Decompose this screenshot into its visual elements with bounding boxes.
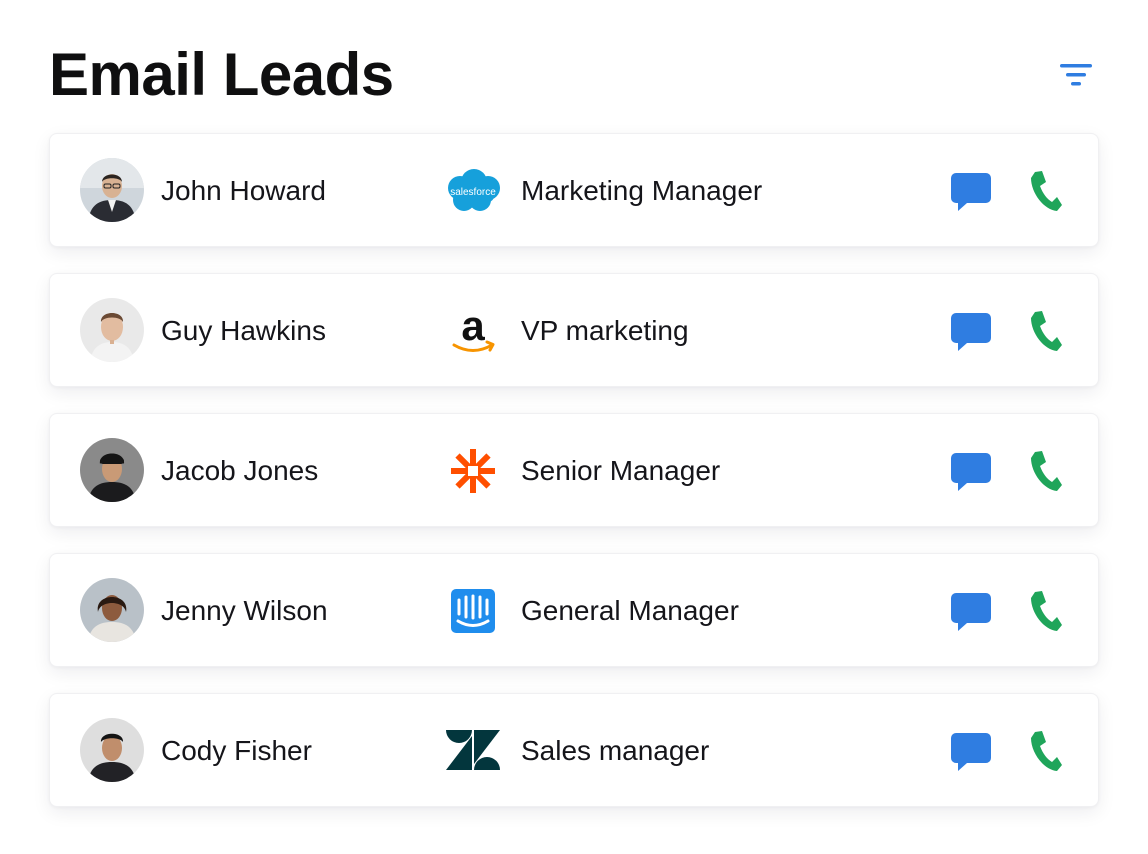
message-icon: [951, 453, 991, 491]
lead-name: Jenny Wilson: [161, 595, 328, 626]
lead-role: Sales manager: [521, 735, 710, 766]
lead-role: General Manager: [521, 595, 739, 626]
filter-icon: [1060, 64, 1092, 86]
call-button[interactable]: [1027, 449, 1063, 493]
lead-card[interactable]: Cody Fisher Sales manager: [49, 693, 1099, 807]
call-button[interactable]: [1027, 309, 1063, 353]
lead-role: Senior Manager: [521, 455, 721, 486]
message-icon: [951, 593, 991, 631]
zendesk-logo: [440, 718, 506, 784]
intercom-logo: [440, 578, 506, 644]
message-button[interactable]: [949, 451, 993, 493]
salesforce-logo: salesforce: [440, 158, 506, 224]
lead-name: Guy Hawkins: [161, 315, 326, 346]
lead-role: VP marketing: [521, 315, 689, 346]
message-icon: [951, 313, 991, 351]
phone-icon: [1031, 451, 1062, 491]
filter-button[interactable]: [1058, 60, 1094, 92]
avatar: [80, 578, 144, 642]
message-icon: [951, 173, 991, 211]
lead-name: Jacob Jones: [161, 455, 319, 486]
phone-icon: [1031, 311, 1062, 351]
message-icon: [951, 733, 991, 771]
message-button[interactable]: [949, 311, 993, 353]
lead-card[interactable]: Jacob Jones Senior Manager: [49, 413, 1099, 527]
lead-card[interactable]: Guy Hawkins a VP marketing: [49, 273, 1099, 387]
lead-list: John Howard salesforce Marketing Manager: [49, 133, 1099, 833]
message-button[interactable]: [949, 591, 993, 633]
call-button[interactable]: [1027, 169, 1063, 213]
zapier-logo: [440, 438, 506, 504]
message-button[interactable]: [949, 731, 993, 773]
lead-role: Marketing Manager: [521, 175, 763, 206]
avatar: [80, 718, 144, 782]
lead-name: Cody Fisher: [161, 735, 312, 766]
svg-text:a: a: [461, 302, 485, 349]
svg-text:salesforce: salesforce: [450, 187, 496, 198]
phone-icon: [1031, 731, 1062, 771]
lead-card[interactable]: John Howard salesforce Marketing Manager: [49, 133, 1099, 247]
lead-name: John Howard: [161, 175, 326, 206]
phone-icon: [1031, 591, 1062, 631]
avatar: [80, 298, 144, 362]
page-title: Email Leads: [49, 41, 394, 108]
phone-icon: [1031, 171, 1062, 211]
call-button[interactable]: [1027, 589, 1063, 633]
avatar: [80, 438, 144, 502]
amazon-logo: a: [440, 298, 506, 364]
message-button[interactable]: [949, 171, 993, 213]
call-button[interactable]: [1027, 729, 1063, 773]
lead-card[interactable]: Jenny Wilson General Manager: [49, 553, 1099, 667]
avatar: [80, 158, 144, 222]
